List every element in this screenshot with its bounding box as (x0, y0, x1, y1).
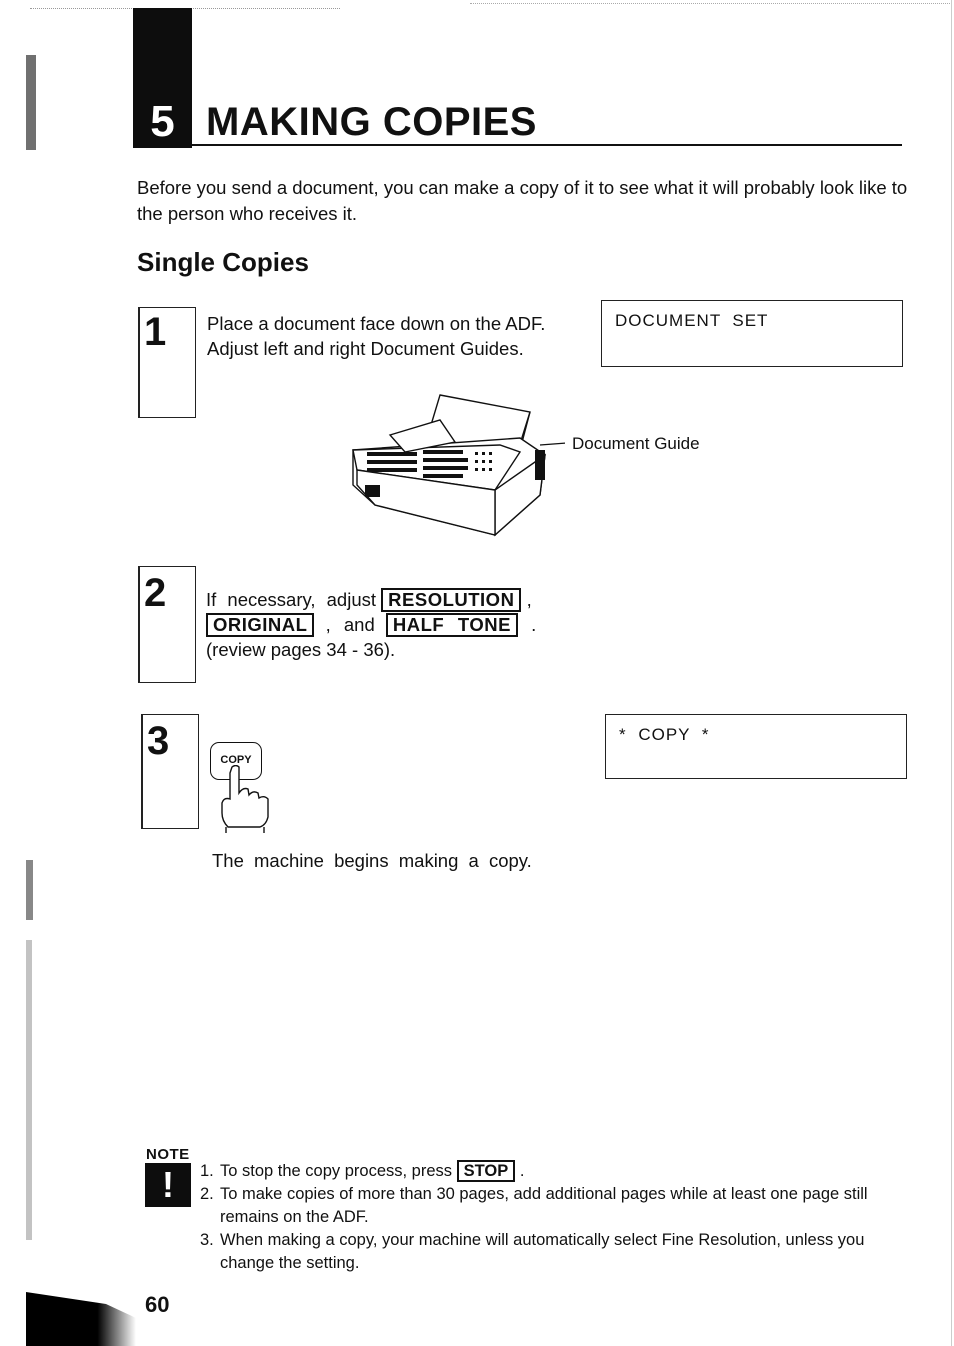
lcd-text: * COPY * (619, 725, 710, 744)
section-heading: Single Copies (137, 247, 309, 277)
page-edge (951, 0, 952, 1346)
comma: , (526, 589, 532, 610)
chapter-title: MAKING COPIES (206, 100, 537, 144)
step-2-number: 2 (144, 571, 167, 615)
step-2-prefix: If necessary, adjust (206, 589, 377, 610)
note-label: NOTE (146, 1146, 190, 1163)
original-key: ORIGINAL (206, 613, 315, 637)
note-list: 1. To stop the copy process, press STOP … (200, 1160, 920, 1275)
binding-shadow (26, 55, 36, 150)
document-guide-callout: Document Guide (572, 434, 700, 453)
callout-line (539, 442, 565, 446)
half-tone-key: HALF TONE (385, 613, 518, 637)
and-separator: , and (325, 614, 375, 635)
step-2-review: (review pages 34 - 36). (206, 639, 396, 660)
lcd-display-copy: * COPY * (605, 714, 907, 779)
lcd-display-document-set: DOCUMENT SET (601, 300, 903, 367)
binding-shadow (26, 860, 33, 920)
step-3-box: 3 (141, 714, 199, 829)
chapter-rule (192, 144, 902, 146)
resolution-key: RESOLUTION (381, 588, 522, 612)
step-3-result: The machine begins making a copy. (212, 850, 532, 871)
period: . (531, 614, 537, 635)
intro-paragraph: Before you send a document, you can make… (137, 177, 908, 224)
step-1-line-1: Place a document face down on the ADF. (207, 313, 546, 334)
step-1-number: 1 (144, 310, 167, 354)
fax-machine-illustration (352, 394, 565, 537)
chapter-number: 5 (150, 97, 175, 146)
step-1-text: Place a document face down on the ADF. A… (207, 311, 545, 361)
step-3-number: 3 (147, 719, 170, 763)
step-2-box: 2 (138, 566, 196, 683)
binding-shadow (26, 940, 32, 1240)
exclamation-icon: ! (145, 1163, 191, 1207)
step-1-box: 1 (138, 307, 196, 418)
step-1-line-2: Adjust left and right Document Guides. (207, 338, 524, 359)
note-item-3: 3. When making a copy, your machine will… (200, 1231, 865, 1272)
lcd-text: DOCUMENT SET (615, 311, 769, 330)
page-corner-tab (26, 1292, 136, 1346)
note-item-2: 2. To make copies of more than 30 pages,… (200, 1185, 868, 1226)
scan-artifact (470, 3, 950, 5)
pressing-hand-icon (221, 765, 269, 833)
page-number: 60 (145, 1292, 170, 1317)
note-item-1: 1. To stop the copy process, press STOP … (200, 1160, 525, 1182)
step-2-text: If necessary, adjust RESOLUTION , ORIGIN… (206, 587, 536, 662)
stop-key: STOP (456, 1160, 516, 1182)
